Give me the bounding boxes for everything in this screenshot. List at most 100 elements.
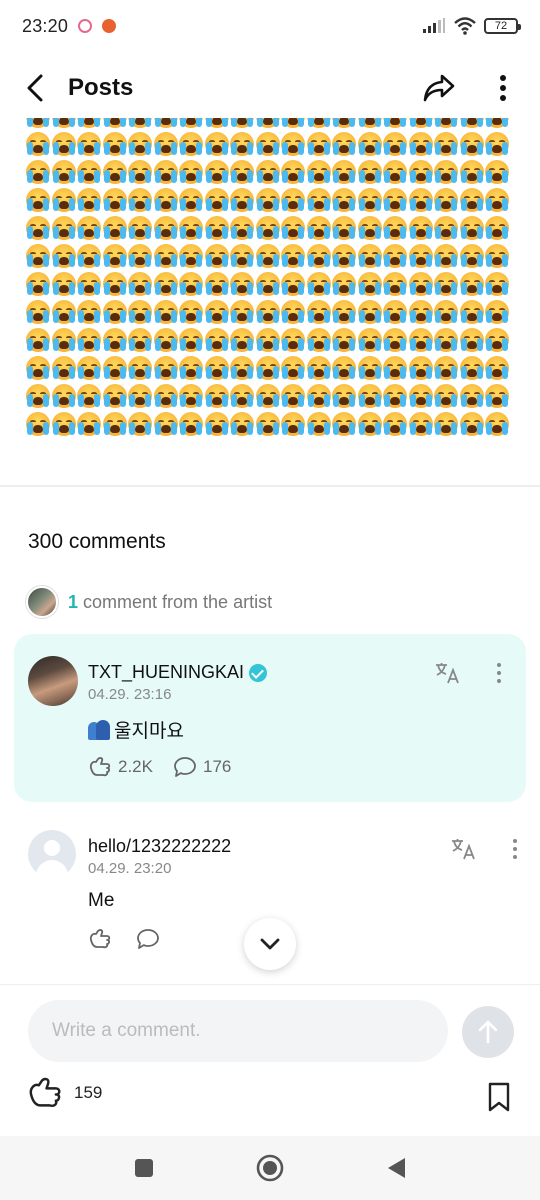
loudly-crying-face-emoji — [179, 188, 203, 212]
scroll-down-button[interactable] — [244, 918, 296, 970]
loudly-crying-face-emoji — [459, 300, 484, 324]
bookmark-button[interactable] — [484, 1080, 514, 1114]
loudly-crying-face-emoji — [128, 244, 152, 268]
loudly-crying-face-emoji — [459, 216, 484, 240]
like-hand-icon — [29, 1077, 61, 1107]
loudly-crying-face-emoji — [51, 160, 76, 184]
send-button[interactable] — [462, 1006, 514, 1058]
recents-button[interactable] — [124, 1148, 164, 1188]
system-nav-bar — [0, 1136, 540, 1200]
back-button[interactable] — [20, 68, 50, 108]
loudly-crying-face-emoji — [434, 272, 458, 296]
loudly-crying-face-emoji — [383, 118, 407, 128]
more-dot-icon — [513, 847, 517, 851]
loudly-crying-face-emoji — [255, 300, 280, 324]
loudly-crying-face-emoji — [408, 272, 433, 296]
loudly-crying-face-emoji — [434, 328, 458, 352]
loudly-crying-face-emoji — [332, 356, 356, 380]
loudly-crying-face-emoji — [77, 118, 101, 128]
loudly-crying-face-emoji — [26, 412, 50, 436]
like-hand-icon — [89, 757, 111, 777]
loudly-crying-face-emoji — [153, 216, 178, 240]
loudly-crying-face-emoji — [179, 160, 203, 184]
artist-comment-summary[interactable]: 1 comment from the artist — [26, 586, 272, 618]
loudly-crying-face-emoji — [51, 132, 76, 156]
battery-icon: 72 — [484, 18, 521, 34]
loudly-crying-face-emoji — [408, 356, 433, 380]
artist-comment-count: 1 — [68, 591, 79, 612]
loudly-crying-face-emoji — [459, 188, 484, 212]
artist-summary-label: comment from the artist — [83, 591, 273, 612]
loudly-crying-face-emoji — [128, 160, 152, 184]
loudly-crying-face-emoji — [306, 384, 331, 408]
comment-input[interactable] — [28, 1000, 448, 1062]
loudly-crying-face-emoji — [255, 356, 280, 380]
loudly-crying-face-emoji — [230, 412, 254, 436]
loudly-crying-face-emoji — [26, 216, 50, 240]
default-avatar-icon[interactable] — [28, 830, 76, 878]
loudly-crying-face-emoji — [255, 272, 280, 296]
loudly-crying-face-emoji — [128, 188, 152, 212]
loudly-crying-face-emoji — [230, 300, 254, 324]
loudly-crying-face-emoji — [434, 160, 458, 184]
loudly-crying-face-emoji — [179, 300, 203, 324]
loudly-crying-face-emoji — [102, 188, 127, 212]
more-options-button[interactable] — [486, 68, 520, 108]
comment-author[interactable]: hello/1232222222 — [88, 836, 231, 857]
translate-button[interactable] — [450, 836, 478, 862]
loudly-crying-face-emoji — [128, 384, 152, 408]
loudly-crying-face-emoji — [153, 118, 178, 128]
loudly-crying-face-emoji — [459, 412, 484, 436]
loudly-crying-face-emoji — [230, 384, 254, 408]
loudly-crying-face-emoji — [128, 118, 152, 128]
loudly-crying-face-emoji — [357, 188, 382, 212]
home-button[interactable] — [250, 1148, 290, 1188]
loudly-crying-face-emoji — [204, 384, 229, 408]
loudly-crying-face-emoji — [306, 118, 331, 128]
loudly-crying-face-emoji — [459, 118, 484, 128]
loudly-crying-face-emoji — [153, 328, 178, 352]
loudly-crying-face-emoji — [459, 132, 484, 156]
loudly-crying-face-emoji — [153, 160, 178, 184]
translate-button[interactable] — [434, 660, 462, 686]
comment-text-body: 울지마요 — [114, 721, 184, 742]
comment-reply-button[interactable]: 176 — [173, 756, 231, 778]
comment-author[interactable]: TXT_HUENINGKAI — [88, 662, 268, 683]
loudly-crying-face-emoji — [230, 244, 254, 268]
comment-author-name: hello/1232222222 — [88, 836, 232, 856]
bookmark-icon — [488, 1082, 510, 1112]
loudly-crying-face-emoji — [408, 188, 433, 212]
loudly-crying-face-emoji — [26, 160, 50, 184]
comment-like-button[interactable]: 2.2K — [88, 756, 153, 778]
back-nav-button[interactable] — [376, 1148, 416, 1188]
loudly-crying-face-emoji — [255, 160, 280, 184]
loudly-crying-face-emoji — [306, 188, 331, 212]
loudly-crying-face-emoji — [485, 188, 509, 212]
share-button[interactable] — [422, 68, 456, 108]
post-like-button[interactable]: 159 — [26, 1076, 102, 1110]
loudly-crying-face-emoji — [485, 412, 509, 436]
loudly-crying-face-emoji — [383, 356, 407, 380]
comment-reply-button[interactable] — [136, 928, 160, 950]
loudly-crying-face-emoji — [434, 300, 458, 324]
comment-text: 울지마요 — [88, 716, 184, 743]
loudly-crying-face-emoji — [51, 272, 76, 296]
notification-app-icon — [102, 19, 117, 33]
comment-like-button[interactable] — [88, 928, 112, 950]
artist-comment-card: TXT_HUENINGKAI 04.29. 23:16 울지마요 2.2K 17… — [14, 634, 526, 802]
loudly-crying-face-emoji — [281, 132, 305, 156]
loudly-crying-face-emoji — [153, 356, 178, 380]
loudly-crying-face-emoji — [128, 132, 152, 156]
loudly-crying-face-emoji — [408, 160, 433, 184]
loudly-crying-face-emoji — [230, 272, 254, 296]
comment-more-button[interactable] — [512, 837, 518, 861]
loudly-crying-face-emoji — [281, 188, 305, 212]
avatar[interactable] — [28, 656, 78, 706]
comment-time: 04.29. 23:20 — [88, 860, 172, 877]
loudly-crying-face-emoji — [485, 384, 509, 408]
back-arrow-icon — [27, 74, 43, 102]
comment-more-button[interactable] — [496, 661, 502, 685]
loudly-crying-face-emoji — [26, 244, 50, 268]
more-dot-icon — [497, 679, 501, 683]
loudly-crying-face-emoji — [230, 188, 254, 212]
